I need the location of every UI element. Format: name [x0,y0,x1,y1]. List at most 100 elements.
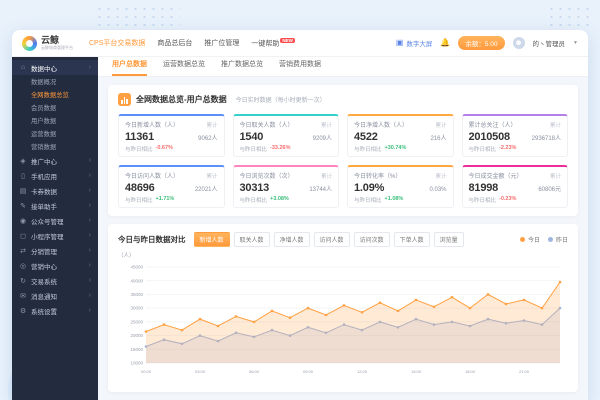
cumulative-label: 累计 [206,172,217,180]
screen-icon[interactable]: ▣ [396,39,404,47]
chevron-right-icon: › [89,64,91,71]
sidebar-item-label: 推广中心 [31,156,57,166]
stat-delta: -0.23% [499,196,516,204]
legend-item[interactable]: 今日 [520,235,540,244]
chevron-right-icon: › [89,202,91,209]
sidebar-item-label: 交易系统 [31,276,57,286]
sidebar-item-label: 小程序管理 [31,231,64,241]
bar-chart-icon [118,93,131,106]
avatar[interactable]: ☻ [513,37,525,49]
sidebar-item-label: 接单助手 [31,201,57,211]
metric-pill[interactable]: 新增人数 [194,232,230,247]
stat-cumulative: 13744人 [309,184,332,193]
metric-pill[interactable]: 净增人数 [274,232,310,247]
tab-2[interactable]: 推广数据总览 [221,59,263,76]
sidebar-subitem[interactable]: 营销数据 [12,140,98,153]
stat-value: 48696 [125,182,155,194]
stat-value: 81998 [469,182,499,194]
tab-1[interactable]: 运营数据总览 [163,59,205,76]
stat-label: 今日转化率（%） [354,171,401,180]
stat-value: 2010508 [469,131,510,143]
nav-item[interactable]: CPS平台交易数据 [89,38,145,48]
clipboard-icon: ✎ [19,202,27,210]
stat-label: 今日净增人数（人） [354,120,408,129]
metric-pill[interactable]: 下单人数 [394,232,430,247]
sidebar-item-label: 营销中心 [31,261,57,271]
svg-text:09:00: 09:00 [303,369,314,374]
sidebar-item[interactable]: ▤卡券数据› [12,183,98,198]
sidebar-subitem[interactable]: 用户数据 [12,114,98,127]
megaphone-icon: ◈ [19,157,27,165]
metric-pill[interactable]: 访问人数 [314,232,350,247]
axis-unit-label: （人） [118,251,568,259]
stat-cumulative: 22021人 [195,184,218,193]
stat-box: 今日转化率（%）累计1.09%0.03%与昨日相比+1.08% [347,165,454,208]
sidebar-subitem[interactable]: 会员数据 [12,101,98,114]
compare-label: 与昨日相比 [354,145,382,153]
metric-pill[interactable]: 浏览量 [434,232,464,247]
stat-cumulative: 0.03% [429,187,446,193]
sidebar-item[interactable]: ✎ 接单助手 › [12,198,98,213]
stat-box: 今日成交金额（元）累计8199860806元与昨日相比-0.23% [462,165,569,208]
chevron-right-icon: › [89,232,91,239]
stat-value: 1.09% [354,182,384,194]
mini-app-icon: ◻ [19,232,27,240]
cumulative-label: 累计 [321,121,332,129]
chevron-right-icon: › [89,277,91,284]
share-icon: ⇄ [19,247,27,255]
stat-delta: -33.26% [270,145,291,153]
compare-label: 与昨日相比 [125,145,153,153]
stat-cumulative: 9209人 [313,133,332,142]
logo-subtitle: 云鲸电商管理平台 [41,46,73,50]
nav-item[interactable]: 一键帮助NEW [251,38,295,48]
screen-label[interactable]: 数字大屏 [406,38,432,48]
stat-delta: +30.74% [385,145,407,153]
sidebar-subitem[interactable]: 运营数据 [12,127,98,140]
balance-button[interactable]: 余额：5.00 [458,36,504,50]
ticket-icon: ▤ [19,187,27,195]
sidebar-item[interactable]: ◉公众号管理› [12,213,98,228]
nav-item[interactable]: 推广位管理 [204,38,239,48]
sidebar-item[interactable]: ↻交易系统› [12,273,98,288]
sidebar-item[interactable]: ◻ 小程序管理 › [12,228,98,243]
metric-pill[interactable]: 取关人数 [234,232,270,247]
sidebar-item[interactable]: ◈推广中心› [12,153,98,168]
overview-title: 全网数据总览-用户总数据 [136,94,227,105]
logo-icon [22,36,37,51]
metric-pill[interactable]: 访问次数 [354,232,390,247]
chevron-right-icon: › [89,307,91,314]
sidebar-item[interactable]: ✉消息通知› [12,288,98,303]
tab-3[interactable]: 营销费用数据 [279,59,321,76]
chevron-down-icon[interactable]: ▼ [573,40,578,46]
sidebar-subitem[interactable]: 数据概况 [12,75,98,88]
stats-grid: 今日新增人数（人）累计113619062人与昨日相比-0.67%今日取关人数（人… [118,114,568,208]
cumulative-label: 累计 [321,172,332,180]
sidebar-item[interactable]: ◎营销中心› [12,258,98,273]
sidebar-item-label: 卡券数据 [31,186,57,196]
cumulative-label: 累计 [206,121,217,129]
tab-0[interactable]: 用户总数据 [112,59,147,76]
overview-card: 全网数据总览-用户总数据 今日实时数据（每小时更新一次） 今日新增人数（人）累计… [108,85,578,216]
legend-item[interactable]: 昨日 [548,235,568,244]
stat-value: 30313 [240,182,270,194]
sidebar-subitem[interactable]: 全网数据总览 [12,88,98,101]
stat-label: 今日浏览次数（次） [240,171,294,180]
bell-icon[interactable]: 🔔 [440,39,450,47]
sidebar-item[interactable]: ⌂数据中心› [12,60,98,75]
stat-label: 今日取关人数（人） [240,120,294,129]
nav-item[interactable]: 商品总后台 [157,38,192,48]
username[interactable]: 的丶管理员 [533,38,566,48]
sidebar-item[interactable]: ⚙系统设置› [12,303,98,318]
stat-label: 今日新增人数（人） [125,120,179,129]
logo[interactable]: 云鲸 云鲸电商管理平台 [22,36,73,51]
compare-label: 与昨日相比 [354,196,382,204]
svg-text:18:00: 18:00 [465,369,476,374]
chart[interactable]: 1000015000200002500030000350004000045000… [118,259,568,384]
stat-cumulative: 2936718人 [532,133,561,142]
app-window: 云鲸 云鲸电商管理平台 CPS平台交易数据 商品总后台 推广位管理 一键帮助NEW ▣… [12,30,588,400]
compare-label: 与昨日相比 [469,145,497,153]
sidebar-item[interactable]: ▯手机应用› [12,168,98,183]
stat-delta: +1.71% [156,196,175,204]
target-icon: ◎ [19,262,27,270]
sidebar-item[interactable]: ⇄分销管理› [12,243,98,258]
